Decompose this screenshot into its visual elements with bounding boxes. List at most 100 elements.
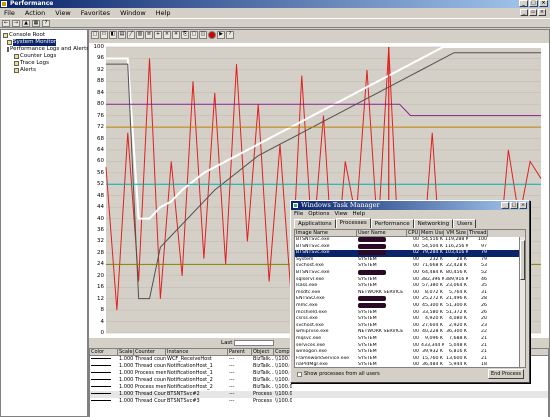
col-counter[interactable]: Counter bbox=[134, 349, 166, 355]
mdi-close-button[interactable]: × bbox=[538, 9, 546, 16]
process-row[interactable]: mmc.exe 00 45,300 K 51,300 K 26 bbox=[295, 302, 525, 310]
process-row[interactable]: csrss.exe SYSTEM 00 4,920 K 4,080 K 20 bbox=[295, 316, 525, 323]
process-row[interactable]: BTSNTSvc.exe 00 54,516 K 119,288 K 100 bbox=[295, 237, 525, 244]
process-row[interactable]: mqsvc.exe SYSTEM 00 9,096 K 7,688 K 21 bbox=[295, 336, 525, 343]
copy-properties-icon[interactable]: ⎘ bbox=[181, 31, 189, 39]
col-color[interactable]: Color bbox=[90, 349, 118, 355]
highlight-icon[interactable]: ☀ bbox=[172, 31, 180, 39]
process-row[interactable]: System SYSTEM 00 232 K 28 K 79 bbox=[295, 257, 525, 264]
clear-display-icon[interactable]: ▭ bbox=[100, 31, 108, 39]
col-cpu[interactable]: CPU bbox=[407, 230, 420, 237]
paste-counter-icon[interactable]: ▢ bbox=[190, 31, 198, 39]
process-row[interactable]: services.exe SYSTEM 00 433,344 K 5,048 K 21 bbox=[295, 343, 525, 350]
col-parent[interactable]: Parent bbox=[228, 349, 252, 355]
process-row[interactable]: wmiprvse.exe NETWORK SERVICE 00 40,228 K 36,… bbox=[295, 329, 525, 336]
tab-processes[interactable]: Processes bbox=[335, 218, 371, 228]
col-object[interactable]: Object bbox=[252, 349, 274, 355]
process-user bbox=[357, 237, 407, 244]
process-list-scrollbar[interactable] bbox=[519, 237, 525, 367]
up-folder-icon[interactable]: ▲ bbox=[22, 19, 30, 27]
menu-action[interactable]: Action bbox=[25, 8, 45, 18]
tm-menu-help[interactable]: Help bbox=[353, 210, 366, 218]
tab-applications[interactable]: Applications bbox=[294, 219, 336, 228]
mdi-minimize-button[interactable]: _ bbox=[520, 9, 528, 16]
help-icon[interactable]: ? bbox=[42, 19, 50, 27]
process-row[interactable]: BTSNTSvc.exe 00 54,504 K 116,256 K 97 bbox=[295, 243, 525, 251]
show-tree-icon[interactable]: ▦ bbox=[32, 19, 40, 27]
tab-performance[interactable]: Performance bbox=[370, 219, 414, 228]
view-report-icon[interactable]: ≡ bbox=[145, 31, 153, 39]
counter-scale: 1.000 bbox=[119, 370, 134, 376]
view-graph-icon[interactable]: ╱ bbox=[127, 31, 135, 39]
minimize-button[interactable]: _ bbox=[519, 0, 528, 7]
process-thr: 28 bbox=[481, 296, 487, 302]
menu-favorites[interactable]: Favorites bbox=[81, 8, 110, 18]
tree-console-root[interactable]: Console Root bbox=[2, 32, 86, 39]
close-button[interactable]: × bbox=[539, 0, 548, 7]
add-counter-icon[interactable]: + bbox=[154, 31, 162, 39]
tree-system-monitor[interactable]: System Monitor bbox=[2, 39, 86, 46]
process-row[interactable]: winlogon.exe SYSTEM 00 39,932 K 6,816 K 21 bbox=[295, 349, 525, 356]
tm-menu-file[interactable]: File bbox=[294, 210, 303, 218]
taskmgr-maximize-button[interactable]: □ bbox=[510, 202, 518, 209]
process-thr: 21 bbox=[481, 349, 487, 355]
maximize-button[interactable]: □ bbox=[529, 0, 538, 7]
process-row[interactable]: mcshield.exe SYSTEM 00 33,580 K 51,372 K 26 bbox=[295, 310, 525, 317]
counter-row[interactable]: 1.000Process mem...NotificationHost_2 ---… bbox=[90, 384, 548, 391]
checkbox-box[interactable] bbox=[297, 371, 302, 377]
perfmon-titlebar[interactable]: Performance _ □ × bbox=[0, 0, 550, 8]
process-row[interactable]: BTSNTSvc.exe 02 79,284 K 103,416 K 79 bbox=[295, 250, 525, 257]
process-row[interactable]: lsass.exe SYSTEM 00 57,380 K 23,064 K 35 bbox=[295, 283, 525, 290]
menu-help[interactable]: Help bbox=[156, 8, 171, 18]
process-row[interactable]: ENTSSO.exe 00 25,272 K 21,496 K 28 bbox=[295, 296, 525, 303]
process-vm: 80,456 K bbox=[446, 269, 467, 275]
end-process-button[interactable]: End Process bbox=[488, 369, 524, 379]
col-vm-size[interactable]: VM Size bbox=[444, 230, 468, 237]
tree-alerts[interactable]: Alerts bbox=[2, 67, 86, 74]
menu-window[interactable]: Window bbox=[120, 8, 146, 18]
counter-row[interactable]: 1.000 Thread Count BTSNTSvc#2 --- Process \\1… bbox=[90, 391, 548, 398]
col-scale[interactable]: Scale bbox=[118, 349, 134, 355]
tm-menu-view[interactable]: View bbox=[334, 210, 347, 218]
process-cpu: 00 bbox=[413, 309, 419, 315]
help-icon[interactable]: ? bbox=[226, 31, 234, 39]
taskmgr-close-button[interactable]: × bbox=[519, 202, 527, 209]
view-histogram-icon[interactable]: ▥ bbox=[136, 31, 144, 39]
properties-icon[interactable]: ◫ bbox=[199, 31, 207, 39]
mdi-restore-button[interactable]: ▫ bbox=[529, 9, 537, 16]
col-image-name[interactable]: Image Name bbox=[295, 230, 357, 237]
new-counter-set-icon[interactable]: □ bbox=[91, 31, 99, 39]
col-threads[interactable]: Threads bbox=[468, 230, 488, 237]
process-row[interactable]: svchost.exe SYSTEM 00 27,604 K 2,920 K 23 bbox=[295, 323, 525, 330]
process-row[interactable]: BTSNTSvc.exe 00 64,484 K 80,456 K 52 bbox=[295, 269, 525, 277]
tree-counter-logs[interactable]: Counter Logs bbox=[2, 53, 86, 60]
perfmon-menubar: File Action View Favorites Window Help _… bbox=[0, 8, 550, 18]
scrollbar-thumb[interactable] bbox=[520, 240, 525, 280]
update-data-icon[interactable]: ▶ bbox=[217, 31, 225, 39]
process-row[interactable]: naPrdMgr.exe SYSTEM 00 36,484 K 5,944 K 18 bbox=[295, 362, 525, 367]
menu-view[interactable]: View bbox=[55, 8, 70, 18]
tab-networking[interactable]: Networking bbox=[413, 219, 454, 228]
task-manager-titlebar[interactable]: Windows Task Manager _ □ × bbox=[291, 201, 529, 210]
col-mem-usage[interactable]: Mem Usage bbox=[420, 230, 444, 237]
forward-icon[interactable]: → bbox=[12, 19, 20, 27]
taskmgr-minimize-button[interactable]: _ bbox=[501, 202, 509, 209]
counter-row[interactable]: 1.000 Thread Count BTSNTSvc#3 --- Process \\1… bbox=[90, 398, 548, 405]
view-log-icon[interactable]: ▤ bbox=[118, 31, 126, 39]
process-row[interactable]: sqlservr.exe SYSTEM 00 382,396 K 389,916 K 46 bbox=[295, 277, 525, 284]
menu-file[interactable]: File bbox=[4, 8, 15, 18]
process-row[interactable]: FrameworkService.exe SYSTEM 00 15,760 K 13,6… bbox=[295, 356, 525, 363]
tree-trace-logs[interactable]: Trace Logs bbox=[2, 60, 86, 67]
process-row[interactable]: msdtc.exe NETWORK SERVICE 00 8,072 K 5,764 K… bbox=[295, 290, 525, 297]
col-user-name[interactable]: User Name bbox=[357, 230, 407, 237]
tm-menu-options[interactable]: Options bbox=[308, 210, 329, 218]
tab-users[interactable]: Users bbox=[453, 219, 477, 228]
back-icon[interactable]: ← bbox=[2, 19, 10, 27]
show-all-users-checkbox[interactable]: Show processes from all users bbox=[297, 371, 380, 377]
view-current-icon[interactable]: ◧ bbox=[109, 31, 117, 39]
delete-counter-icon[interactable]: × bbox=[163, 31, 171, 39]
tree-perf-logs-alerts[interactable]: Performance Logs and Alerts bbox=[2, 46, 89, 53]
freeze-display-icon[interactable] bbox=[208, 31, 216, 39]
process-row[interactable]: svchost.exe SYSTEM 00 71,668 K 22,428 K 53 bbox=[295, 263, 525, 270]
col-instance[interactable]: Instance bbox=[166, 349, 228, 355]
